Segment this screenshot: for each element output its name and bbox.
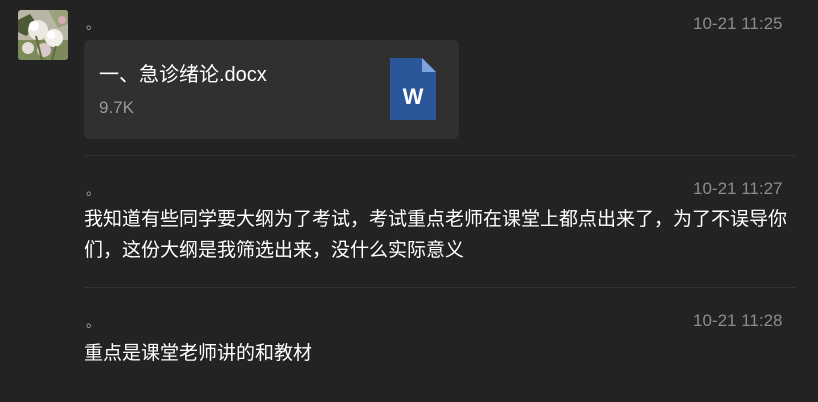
file-attachment-card[interactable]: 一、急诊绪论.docx 9.7K W bbox=[84, 40, 459, 139]
message-timestamp: 10-21 11:27 bbox=[693, 179, 783, 198]
word-document-icon: W bbox=[390, 58, 436, 120]
message-text[interactable]: 我知道有些同学要大纲为了考试，考试重点老师在课堂上都点出来了，为了不误导你们，这… bbox=[84, 204, 804, 266]
sender-name: 。 bbox=[86, 183, 100, 199]
message-timestamp: 10-21 11:25 bbox=[693, 14, 783, 33]
file-size: 9.7K bbox=[99, 98, 134, 117]
message-divider bbox=[84, 287, 796, 288]
chat-message-list: 。 10-21 11:25 一、急诊绪论.docx 9.7K W 。 10-21… bbox=[0, 0, 818, 402]
message-text[interactable]: 重点是课堂老师讲的和教材 bbox=[84, 338, 804, 369]
message-divider bbox=[84, 155, 796, 156]
file-name: 一、急诊绪论.docx bbox=[99, 64, 267, 86]
sender-name: 。 bbox=[86, 17, 100, 33]
word-icon-letter: W bbox=[403, 84, 424, 109]
avatar-flower-image bbox=[18, 10, 68, 60]
message-timestamp: 10-21 11:28 bbox=[693, 311, 783, 330]
sender-name: 。 bbox=[86, 315, 100, 331]
sender-avatar[interactable] bbox=[18, 10, 68, 60]
